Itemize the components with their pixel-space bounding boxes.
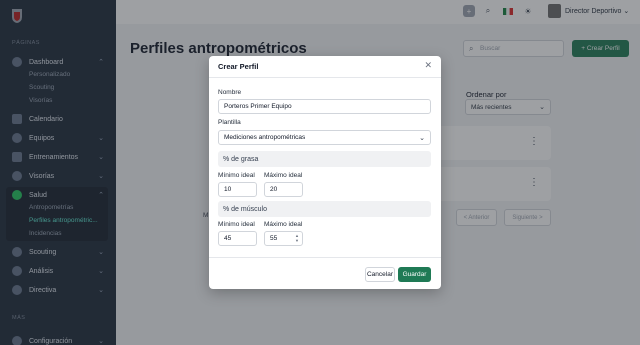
modal-title: Crear Perfil <box>218 62 259 71</box>
max-ideal-label: Máximo ideal <box>264 221 303 228</box>
template-select[interactable]: Mediciones antropométricas ⌄ <box>218 130 431 145</box>
close-icon[interactable]: ✕ <box>424 60 432 71</box>
fat-min-input[interactable]: 10 <box>218 182 257 197</box>
chevron-down-icon: ⌄ <box>419 134 425 142</box>
divider <box>209 77 441 78</box>
min-ideal-label: Mínimo ideal <box>218 221 255 228</box>
section-fat: % de grasa <box>218 151 431 167</box>
stepper-arrows-icon[interactable]: ▲ ▼ <box>295 233 299 243</box>
template-label: Plantilla <box>218 119 241 126</box>
divider <box>209 257 441 258</box>
section-muscle: % de músculo <box>218 201 431 217</box>
min-ideal-label: Mínimo ideal <box>218 172 255 179</box>
max-ideal-label: Máximo ideal <box>264 172 303 179</box>
name-field[interactable]: Porteros Primer Equipo <box>218 99 431 114</box>
muscle-min-input[interactable]: 45 <box>218 231 257 246</box>
create-profile-modal: Crear Perfil ✕ Nombre Porteros Primer Eq… <box>209 56 441 289</box>
name-label: Nombre <box>218 89 242 96</box>
cancel-button[interactable]: Cancelar <box>365 267 395 282</box>
fat-max-input[interactable]: 20 <box>264 182 303 197</box>
save-button[interactable]: Guardar <box>398 267 431 282</box>
muscle-max-input[interactable]: 55 ▲ ▼ <box>264 231 303 246</box>
